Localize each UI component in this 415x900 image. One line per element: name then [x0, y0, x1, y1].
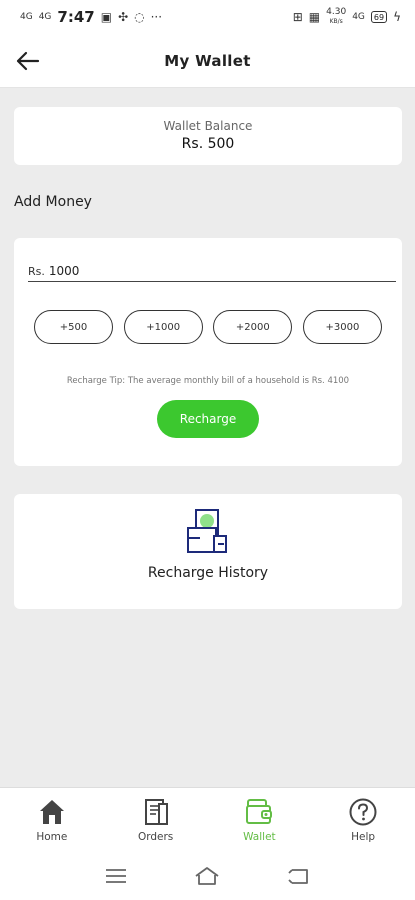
- menu-icon[interactable]: [102, 864, 130, 888]
- status-bar: 4G 4G 7:47 ▣ ✣ ◌ ··· ⊞ ▦ 4.30 KB/s 4G 69…: [0, 0, 415, 34]
- back-button-icon[interactable]: [285, 864, 313, 888]
- back-arrow-icon[interactable]: [14, 48, 42, 74]
- nav-label-wallet: Wallet: [243, 831, 276, 843]
- more-icon: ···: [150, 10, 163, 24]
- balance-label: Wallet Balance: [163, 119, 253, 133]
- usb-icon: ✣: [118, 10, 129, 24]
- recharge-history-icon: [187, 509, 227, 553]
- add-money-heading: Add Money: [14, 194, 92, 210]
- nav-item-home[interactable]: Home: [0, 788, 104, 851]
- wifi-icon: ▦: [308, 10, 321, 24]
- signal-indicator: 4G: [352, 11, 365, 22]
- preset-3000-button[interactable]: +3000: [302, 310, 382, 344]
- preset-amounts: +500 +1000 +2000 +3000: [34, 310, 382, 344]
- recharge-history-label: Recharge History: [147, 565, 269, 581]
- signal-indicator: 4G: [20, 11, 33, 22]
- charging-icon: ϟ: [393, 10, 401, 24]
- bottom-navigation: Home Orders Wallet Help: [0, 787, 415, 851]
- nav-item-wallet[interactable]: Wallet: [208, 788, 312, 851]
- notification-icon: ▣: [100, 10, 113, 24]
- home-icon: [39, 800, 64, 824]
- net-speed: 4.30 KB/s: [326, 7, 347, 26]
- recharge-history-card[interactable]: Recharge History: [14, 494, 402, 609]
- page-title: My Wallet: [164, 51, 251, 70]
- nav-item-help[interactable]: Help: [311, 788, 415, 851]
- app-header: My Wallet: [0, 34, 415, 88]
- nav-label-help: Help: [351, 831, 376, 843]
- signal-indicator: 4G: [38, 11, 52, 22]
- home-button-icon[interactable]: [193, 864, 221, 888]
- wallet-icon: [246, 799, 273, 824]
- nav-item-orders[interactable]: Orders: [104, 788, 208, 851]
- nav-label-orders: Orders: [137, 831, 174, 843]
- recharge-button[interactable]: Recharge: [157, 400, 259, 438]
- amount-input[interactable]: [48, 264, 349, 278]
- wallet-balance-card: Wallet Balance Rs. 500: [14, 107, 402, 165]
- clock: 7:47: [57, 8, 95, 26]
- preset-2000-button[interactable]: +2000: [213, 310, 293, 344]
- amount-field: Rs.: [28, 264, 396, 282]
- help-icon: [349, 798, 377, 826]
- recharge-tip: Recharge Tip: The average monthly bill o…: [66, 376, 350, 386]
- system-navigation-bar: [0, 851, 415, 900]
- add-money-card: Rs. +500 +1000 +2000 +3000 Recharge Tip:…: [14, 238, 402, 466]
- whatsapp-icon: ◌: [134, 10, 145, 24]
- preset-500-button[interactable]: +500: [34, 310, 113, 344]
- currency-prefix: Rs.: [28, 265, 45, 278]
- preset-1000-button[interactable]: +1000: [123, 310, 203, 344]
- status-right: ⊞ ▦ 4.30 KB/s 4G 69 ϟ: [293, 8, 401, 26]
- vibrate-icon: ⊞: [292, 10, 303, 24]
- status-left: 4G 4G 7:47 ▣ ✣ ◌ ···: [20, 8, 162, 26]
- battery-icon: 69: [370, 11, 388, 23]
- nav-label-home: Home: [36, 831, 68, 843]
- orders-icon: [144, 799, 168, 825]
- balance-value: Rs. 500: [181, 136, 235, 152]
